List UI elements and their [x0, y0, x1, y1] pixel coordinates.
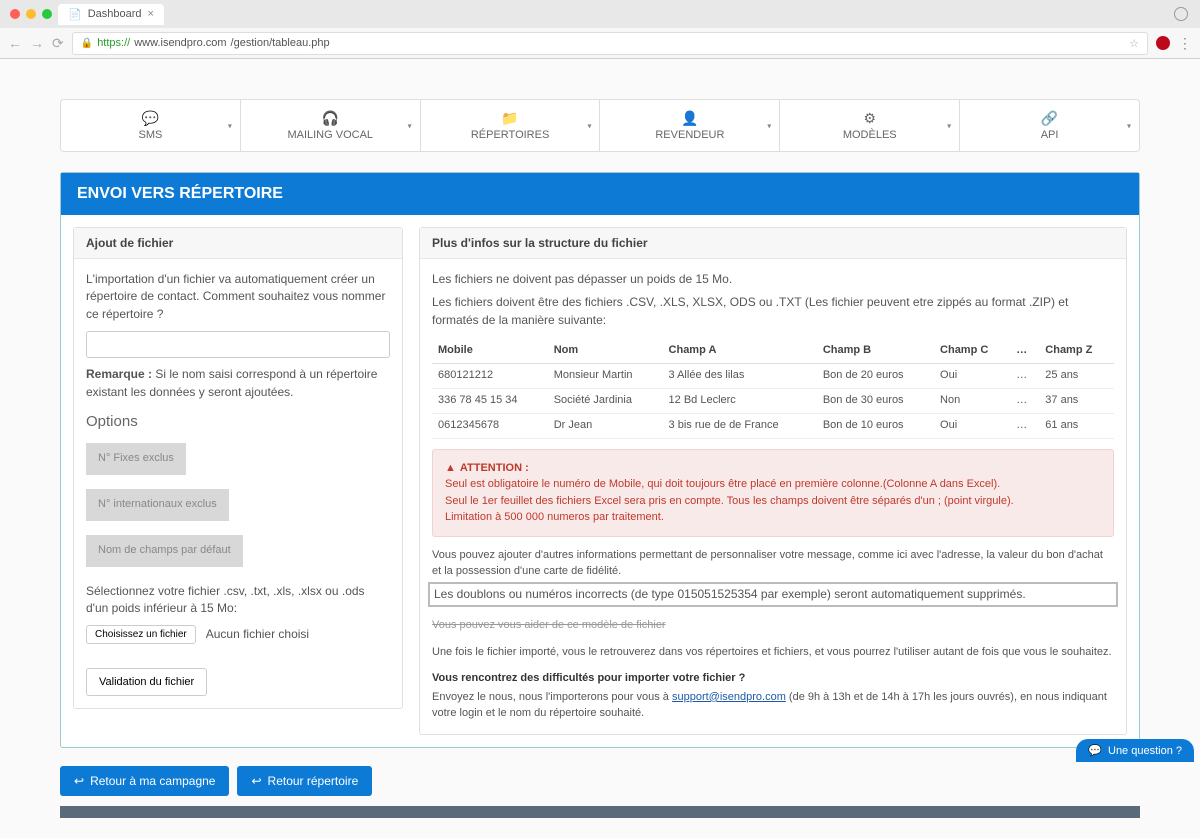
table-header: Champ Z — [1039, 339, 1114, 363]
chevron-down-icon: ▾ — [228, 121, 232, 130]
menu-dots-icon[interactable]: ⋮ — [1178, 35, 1192, 52]
forward-arrow-icon: → — [30, 35, 44, 51]
chevron-down-icon: ▾ — [1127, 121, 1131, 130]
url-path: /gestion/tableau.php — [231, 37, 330, 49]
traffic-max[interactable] — [42, 9, 52, 19]
main-nav: 💬SMS▾ 🎧MAILING VOCAL▾ 📁RÉPERTOIRES▾ 👤REV… — [60, 99, 1140, 152]
close-tab-icon[interactable]: × — [148, 8, 154, 20]
difficulties-title: Vous rencontrez des difficultés pour imp… — [432, 670, 1114, 687]
tab-favicon: 📄 — [68, 8, 82, 21]
table-row: 0612345678Dr Jean3 bis rue de de FranceB… — [432, 413, 1114, 438]
help-question-pill[interactable]: 💬 Une question ? — [1076, 739, 1194, 762]
repertoire-name-input[interactable] — [86, 331, 390, 358]
file-format-note: Les fichiers doivent être des fichiers .… — [432, 294, 1114, 329]
tab-title: Dashboard — [88, 8, 142, 20]
left-panel-title: Ajout de fichier — [74, 228, 402, 259]
back-arrow-icon[interactable]: ← — [8, 35, 22, 51]
page-title: ENVOI VERS RÉPERTOIRE — [61, 173, 1139, 215]
nav-sms[interactable]: 💬SMS▾ — [61, 100, 241, 151]
reply-icon: ↩ — [251, 774, 261, 788]
reload-icon[interactable]: ⟳ — [52, 35, 64, 52]
right-panel-title: Plus d'infos sur la structure du fichier — [420, 228, 1126, 259]
personalize-note: Vous pouvez ajouter d'autres information… — [432, 547, 1114, 580]
traffic-close[interactable] — [10, 9, 20, 19]
after-import-note: Une fois le fichier importé, vous le ret… — [432, 644, 1114, 661]
gear-icon: ⚙ — [863, 110, 876, 127]
support-line: Envoyez le nous, nous l'importerons pour… — [432, 689, 1114, 722]
back-repertoire-button[interactable]: ↩Retour répertoire — [237, 766, 372, 796]
duplicates-highlight: Les doublons ou numéros incorrects (de t… — [428, 582, 1118, 607]
attention-box: ▲ATTENTION : Seul est obligatoire le num… — [432, 449, 1114, 537]
bookmark-star-icon[interactable]: ☆ — [1129, 37, 1139, 50]
reply-icon: ↩ — [74, 774, 84, 788]
nav-revendeur[interactable]: 👤REVENDEUR▾ — [600, 100, 780, 151]
table-header: Champ B — [817, 339, 934, 363]
user-icon: 👤 — [681, 110, 698, 127]
model-help-line: Vous pouvez vous aider de ce modèle de f… — [432, 617, 1114, 634]
model-file-link[interactable]: modèle de fichier — [582, 619, 666, 631]
table-header: Champ C — [934, 339, 1010, 363]
nav-api[interactable]: 🔗API▾ — [960, 100, 1139, 151]
option-fixes-exclus[interactable]: N° Fixes exclus — [86, 443, 186, 475]
headset-icon: 🎧 — [322, 110, 339, 127]
no-file-text: Aucun fichier choisi — [206, 626, 309, 643]
validate-file-button[interactable]: Validation du fichier — [86, 668, 207, 696]
remark-line: Remarque : Si le nom saisi correspond à … — [86, 366, 390, 401]
back-campaign-button[interactable]: ↩Retour à ma campagne — [60, 766, 229, 796]
chat-icon: 💬 — [142, 110, 159, 127]
profile-icon[interactable] — [1174, 7, 1188, 21]
table-row: 336 78 45 15 34Société Jardinia12 Bd Lec… — [432, 389, 1114, 414]
chevron-down-icon: ▾ — [587, 121, 591, 130]
chevron-down-icon: ▾ — [408, 121, 412, 130]
import-description: L'importation d'un fichier va automatiqu… — [86, 271, 390, 323]
support-email-link[interactable]: support@isendpro.com — [672, 691, 786, 703]
footer-bar — [60, 806, 1140, 818]
file-size-note: Les fichiers ne doivent pas dépasser un … — [432, 271, 1114, 288]
option-internationaux-exclus[interactable]: N° internationaux exclus — [86, 489, 229, 521]
chevron-down-icon: ▾ — [947, 121, 951, 130]
options-heading: Options — [86, 411, 390, 433]
url-host: www.isendpro.com — [134, 37, 226, 49]
option-champs-defaut[interactable]: Nom de champs par défaut — [86, 535, 243, 567]
warning-icon: ▲ — [445, 460, 456, 477]
pinterest-icon[interactable] — [1156, 36, 1170, 50]
select-file-text: Sélectionnez votre fichier .csv, .txt, .… — [86, 583, 390, 618]
choose-file-button[interactable]: Choisissez un fichier — [86, 625, 196, 644]
chat-bubble-icon: 💬 — [1088, 744, 1102, 757]
traffic-min[interactable] — [26, 9, 36, 19]
browser-tab[interactable]: 📄 Dashboard × — [58, 4, 164, 25]
address-bar[interactable]: 🔒 https:// www.isendpro.com/gestion/table… — [72, 32, 1148, 55]
table-header: Champ A — [663, 339, 817, 363]
nav-modeles[interactable]: ⚙MODÈLES▾ — [780, 100, 960, 151]
folder-icon: 📁 — [501, 110, 518, 127]
lock-icon: 🔒 — [81, 38, 93, 49]
example-table: MobileNomChamp AChamp BChamp C…Champ Z 6… — [432, 339, 1114, 439]
table-header: Nom — [548, 339, 663, 363]
table-row: 680121212Monsieur Martin3 Allée des lila… — [432, 364, 1114, 389]
nav-mailing-vocal[interactable]: 🎧MAILING VOCAL▾ — [241, 100, 421, 151]
table-header: … — [1010, 339, 1039, 363]
chevron-down-icon: ▾ — [767, 121, 771, 130]
url-https: https:// — [97, 37, 130, 49]
table-header: Mobile — [432, 339, 548, 363]
link-icon: 🔗 — [1041, 110, 1058, 127]
nav-repertoires[interactable]: 📁RÉPERTOIRES▾ — [421, 100, 601, 151]
